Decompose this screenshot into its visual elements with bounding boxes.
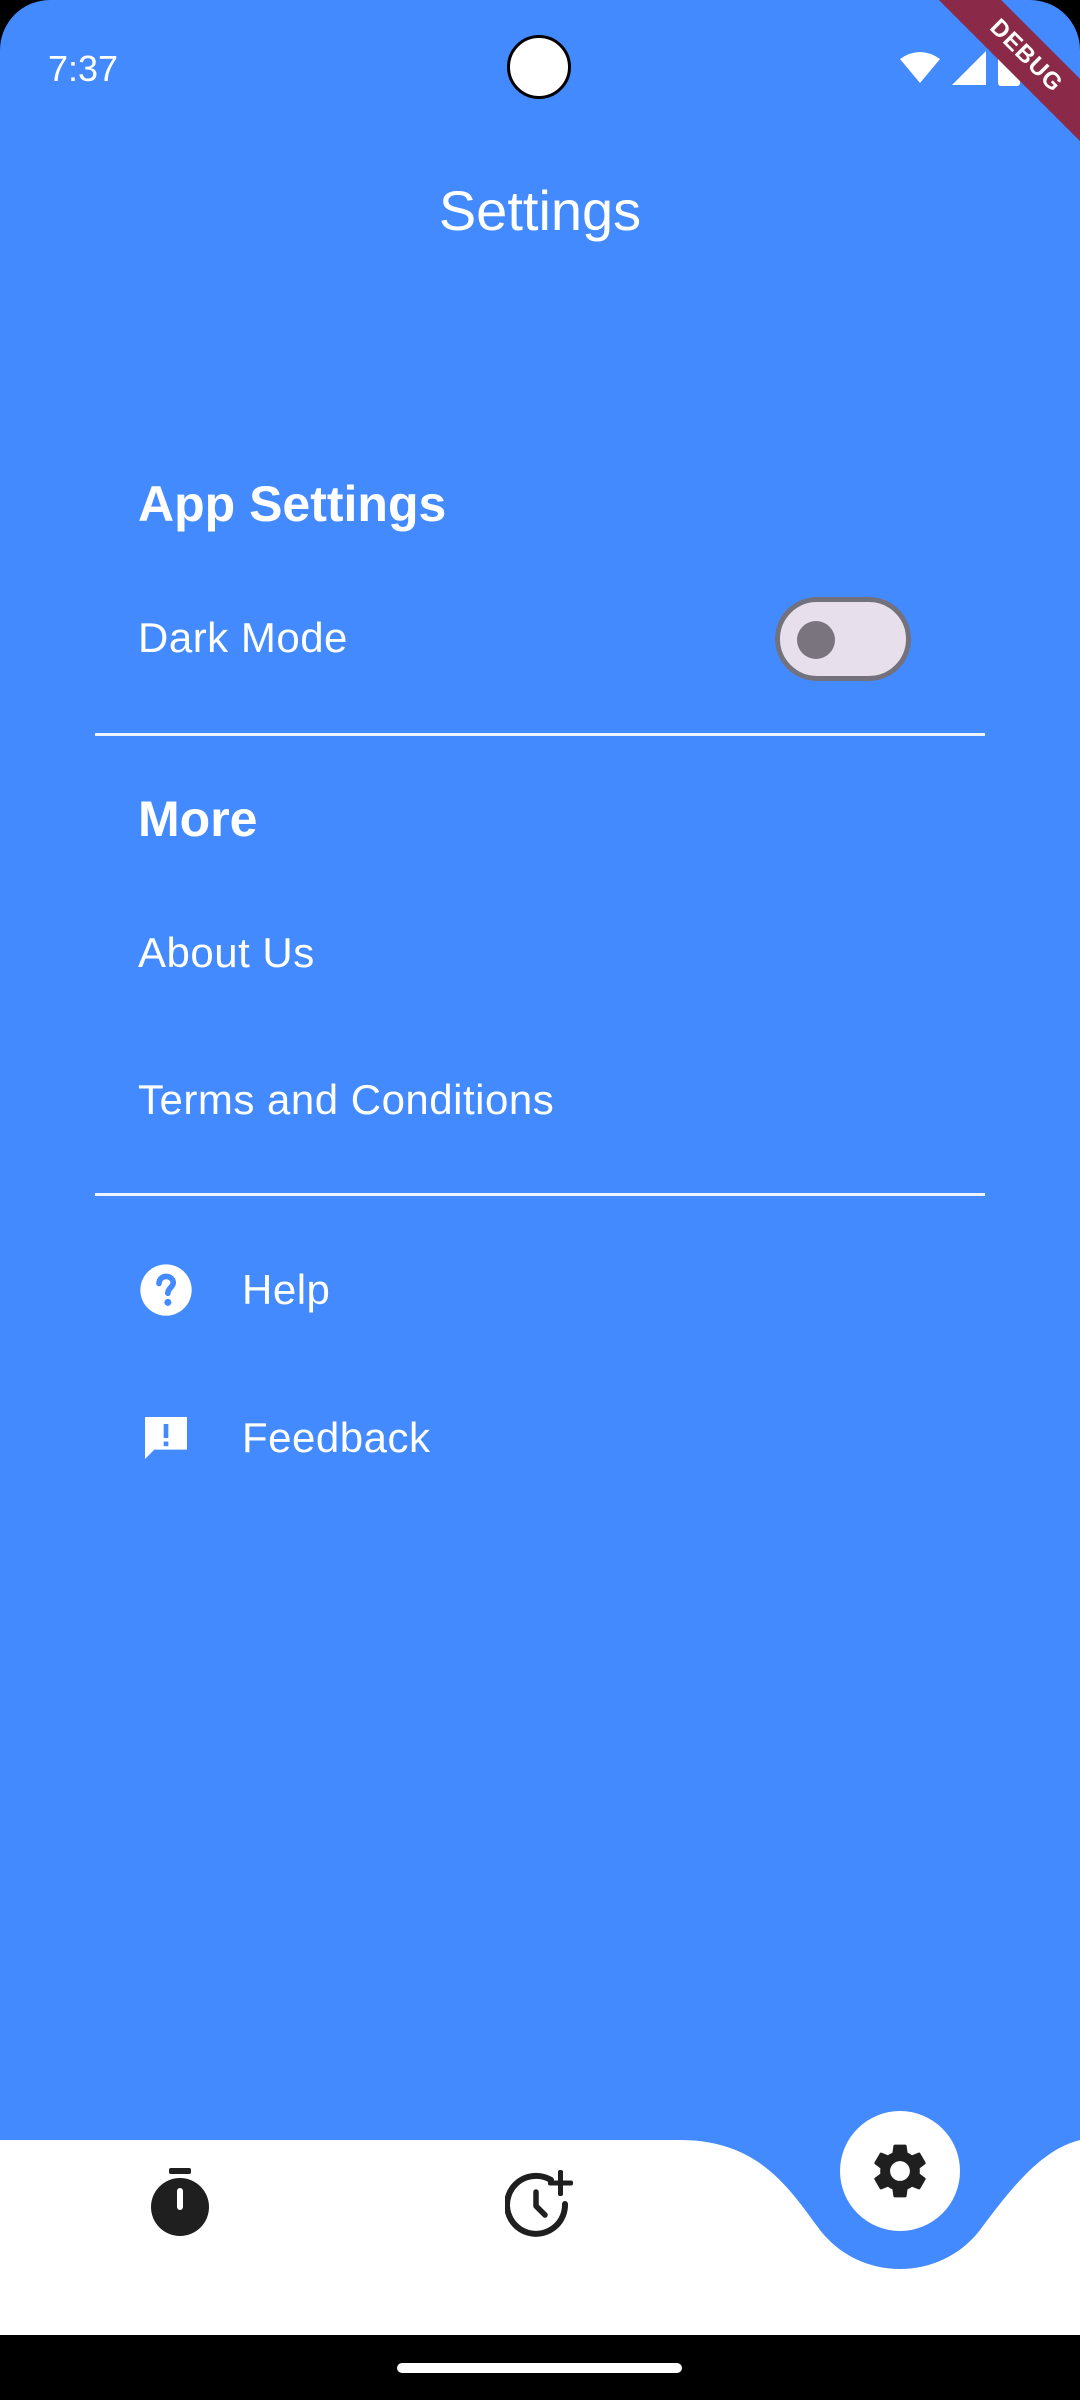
divider (95, 1193, 985, 1196)
help-label: Help (242, 1266, 331, 1313)
nav-alarm-add[interactable] (504, 2168, 577, 2245)
about-us-item[interactable]: About Us (138, 929, 315, 977)
feedback-label: Feedback (242, 1414, 431, 1461)
wifi-icon (900, 52, 940, 83)
feedback-icon (145, 1417, 187, 1459)
page-title: Settings (438, 179, 642, 242)
section-header-app-settings: App Settings (138, 476, 447, 532)
home-indicator[interactable] (397, 2363, 682, 2373)
divider (95, 733, 985, 736)
section-header-more: More (138, 791, 258, 847)
status-time: 7:37 (48, 48, 119, 89)
timer-icon (151, 2168, 209, 2236)
dark-mode-switch[interactable] (775, 597, 911, 681)
help-circle-icon (140, 1264, 192, 1316)
nav-timer[interactable] (149, 2168, 211, 2243)
front-camera (507, 35, 571, 99)
nav-settings-selected[interactable] (840, 2111, 960, 2231)
settings-gear-icon (874, 2144, 926, 2198)
signal-icon (952, 51, 986, 85)
switch-knob (797, 621, 835, 659)
terms-and-conditions-item[interactable]: Terms and Conditions (138, 1076, 554, 1124)
feedback-item[interactable]: Feedback (138, 1410, 430, 1466)
settings-screen: 7:37 DEBUG Settings App Settings Dark Mo… (0, 0, 1080, 2400)
dark-mode-label: Dark Mode (138, 614, 348, 661)
alarm-add-icon (504, 2170, 573, 2237)
status-bar: 7:37 (0, 0, 1080, 140)
help-item[interactable]: Help (138, 1262, 330, 1318)
